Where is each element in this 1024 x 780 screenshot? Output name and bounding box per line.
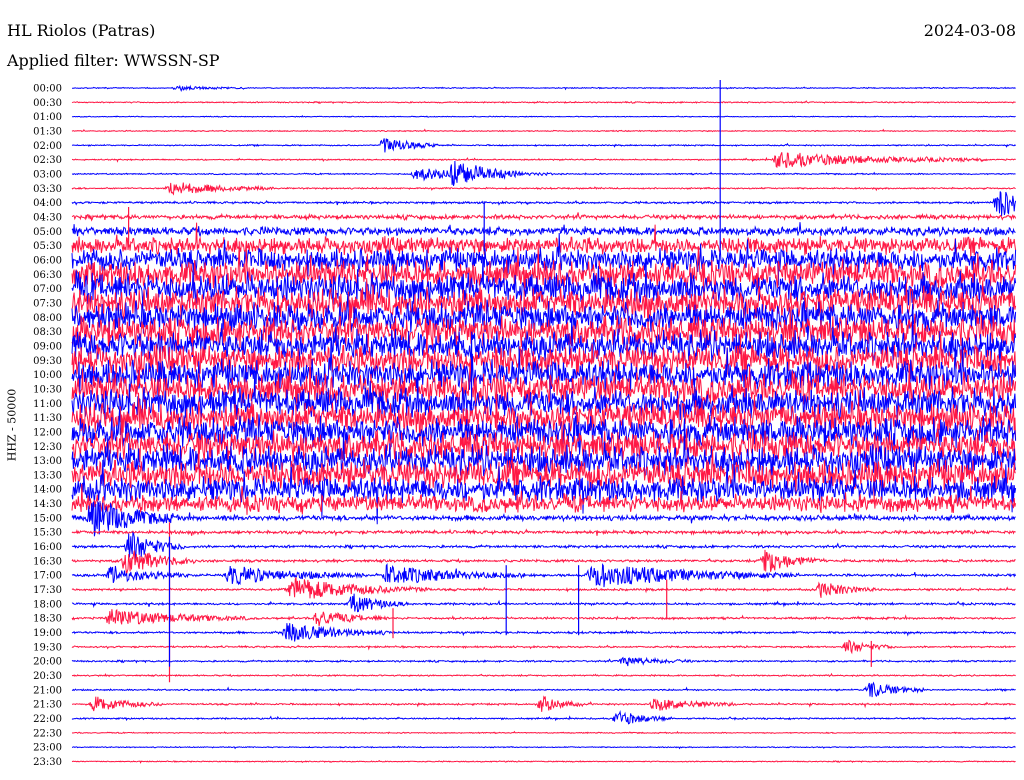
time-label-1400: 14:00 <box>33 485 62 496</box>
time-label-2000: 20:00 <box>33 657 62 668</box>
time-label-0130: 01:30 <box>33 126 62 137</box>
trace-1630 <box>71 549 1016 575</box>
trace-0100 <box>71 115 1016 118</box>
time-label-1600: 16:00 <box>33 542 62 553</box>
time-label-0000: 00:00 <box>33 84 62 95</box>
time-label-0030: 00:30 <box>33 98 62 109</box>
time-label-2030: 20:30 <box>33 671 62 682</box>
time-label-1200: 12:00 <box>33 427 62 438</box>
trace-0400 <box>71 191 1017 217</box>
time-label-0330: 03:30 <box>33 184 62 195</box>
time-label-1130: 11:30 <box>33 413 62 424</box>
time-label-1500: 15:00 <box>33 513 62 524</box>
time-label-2230: 22:30 <box>33 728 62 739</box>
time-label-2300: 23:00 <box>33 743 62 754</box>
trace-0200 <box>71 138 1016 153</box>
helicorder-chart: 00:00 00:30 01:00 01:30 02:00 02:30 03:00 03:30… <box>33 80 1017 769</box>
time-label-1530: 15:30 <box>33 528 62 539</box>
trace-2130 <box>71 695 1016 712</box>
trace-1730 <box>71 577 1016 599</box>
trace-1530 <box>71 528 1016 537</box>
time-label-0200: 02:00 <box>33 141 62 152</box>
trace-1930 <box>71 639 1016 655</box>
seismic-traces <box>71 80 1017 764</box>
time-label-0830: 08:30 <box>33 327 62 338</box>
time-label-2130: 21:30 <box>33 700 62 711</box>
time-label-1230: 12:30 <box>33 442 62 453</box>
time-label-1000: 10:00 <box>33 370 62 381</box>
time-label-1330: 13:30 <box>33 470 62 481</box>
time-label-0430: 04:30 <box>33 212 62 223</box>
trace-2200 <box>71 710 1016 725</box>
time-label-1100: 11:00 <box>33 399 62 410</box>
time-label-0730: 07:30 <box>33 298 62 309</box>
trace-1800 <box>71 593 1016 613</box>
time-label-0900: 09:00 <box>33 341 62 352</box>
trace-1830 <box>71 608 1016 627</box>
trace-1600 <box>71 531 1016 560</box>
time-label-1800: 18:00 <box>33 599 62 610</box>
time-label-1030: 10:30 <box>33 384 62 395</box>
time-label-0300: 03:00 <box>33 169 62 180</box>
trace-1700 <box>71 562 1017 588</box>
trace-2100 <box>71 681 1016 698</box>
trace-2330 <box>71 760 1016 764</box>
time-label-0530: 05:30 <box>33 241 62 252</box>
time-label-0600: 06:00 <box>33 255 62 266</box>
trace-2000 <box>71 656 1016 667</box>
trace-0430 <box>71 212 1017 222</box>
trace-0500 <box>71 222 1016 238</box>
time-label-1830: 18:30 <box>33 614 62 625</box>
trace-0030 <box>71 100 1016 105</box>
time-label-0800: 08:00 <box>33 313 62 324</box>
trace-1900 <box>71 623 1017 642</box>
trace-0330 <box>71 182 1016 196</box>
time-label-0630: 06:30 <box>33 270 62 281</box>
time-label-0500: 05:00 <box>33 227 62 238</box>
trace-0130 <box>71 128 1016 133</box>
time-label-0230: 02:30 <box>33 155 62 166</box>
trace-0530 <box>71 222 1017 258</box>
trace-2230 <box>71 730 1016 735</box>
trace-2300 <box>71 745 1016 750</box>
time-label-1930: 19:30 <box>33 642 62 653</box>
time-label-2100: 21:00 <box>33 685 62 696</box>
time-labels: 00:00 00:30 01:00 01:30 02:00 02:30 03:00 03:30… <box>33 84 62 769</box>
trace-0000 <box>71 84 1016 92</box>
time-label-1300: 13:00 <box>33 456 62 467</box>
time-label-2330: 23:30 <box>33 757 62 768</box>
time-label-0400: 04:00 <box>33 198 62 209</box>
time-label-2200: 22:00 <box>33 714 62 725</box>
time-label-0930: 09:30 <box>33 356 62 367</box>
trace-0300 <box>71 160 1016 187</box>
time-label-1630: 16:30 <box>33 556 62 567</box>
time-label-1900: 19:00 <box>33 628 62 639</box>
time-label-0700: 07:00 <box>33 284 62 295</box>
time-label-1700: 17:00 <box>33 571 62 582</box>
time-label-1430: 14:30 <box>33 499 62 510</box>
trace-0230 <box>71 152 1016 169</box>
trace-2030 <box>71 672 1016 678</box>
time-label-0100: 01:00 <box>33 112 62 123</box>
time-label-1730: 17:30 <box>33 585 62 596</box>
